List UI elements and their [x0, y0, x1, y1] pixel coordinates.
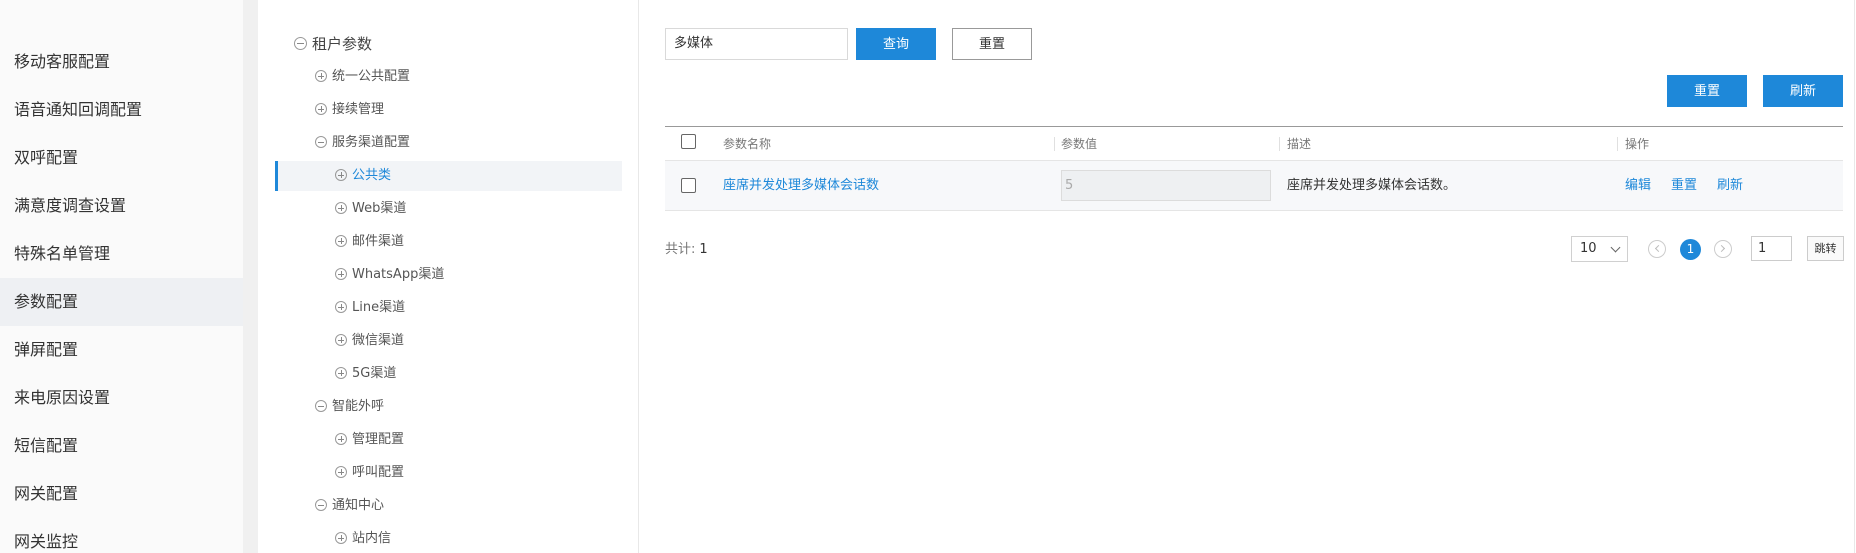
tree-node-inbox[interactable]: 站内信: [335, 524, 391, 553]
expand-icon[interactable]: [335, 432, 347, 445]
chevron-left-icon: [1654, 244, 1663, 253]
chevron-right-icon: [1717, 244, 1726, 253]
tree-node-wechat[interactable]: 微信渠道: [335, 326, 404, 356]
tree-node-manage-config[interactable]: 管理配置: [335, 425, 404, 455]
expand-icon[interactable]: [315, 69, 327, 82]
column-header-value: 参数值: [1061, 137, 1098, 151]
edit-link[interactable]: 编辑: [1625, 161, 1651, 211]
table-header: 参数名称 参数值 描述 操作: [665, 127, 1843, 161]
expand-icon[interactable]: [315, 102, 327, 115]
expand-icon[interactable]: [335, 531, 347, 544]
sidebar-item-call-reason[interactable]: 来电原因设置: [0, 374, 243, 422]
page-jump-input[interactable]: 1: [1751, 236, 1792, 261]
tree-selected-highlight: [275, 161, 622, 191]
tree-node-notify-center[interactable]: 通知中心: [315, 491, 384, 521]
table-row: 座席并发处理多媒体会话数 5 座席并发处理多媒体会话数。 编辑 重置 刷新: [665, 161, 1843, 211]
tree-node-web[interactable]: Web渠道: [335, 194, 406, 224]
column-divider: [1617, 137, 1618, 151]
page-number-current[interactable]: 1: [1680, 239, 1701, 260]
tree-node-smart-outbound[interactable]: 智能外呼: [315, 392, 384, 422]
next-page-button[interactable]: [1714, 240, 1732, 258]
sidebar-item-popup[interactable]: 弹屏配置: [0, 326, 243, 374]
param-name-link[interactable]: 座席并发处理多媒体会话数: [723, 161, 879, 211]
tree-node-whatsapp[interactable]: WhatsApp渠道: [335, 260, 444, 290]
row-reset-link[interactable]: 重置: [1671, 161, 1697, 211]
expand-icon[interactable]: [335, 465, 347, 478]
sidebar-item-dual-call[interactable]: 双呼配置: [0, 134, 243, 182]
sidebar-item-voice-callback[interactable]: 语音通知回调配置: [0, 86, 243, 134]
panel-divider: [638, 0, 639, 553]
tree-node-public[interactable]: 公共类: [335, 161, 391, 191]
row-checkbox[interactable]: [681, 178, 696, 193]
column-divider: [1054, 137, 1055, 151]
column-divider: [1279, 137, 1280, 151]
tree-node-unified[interactable]: 统一公共配置: [315, 62, 410, 92]
sidebar-item-parameter-config[interactable]: 参数配置: [0, 278, 243, 326]
column-header-name: 参数名称: [723, 137, 772, 151]
tree-node-mail[interactable]: 邮件渠道: [335, 227, 404, 257]
left-sidebar: 移动客服配置 语音通知回调配置 双呼配置 满意度调查设置 特殊名单管理 参数配置…: [0, 0, 243, 553]
search-reset-button[interactable]: 重置: [952, 28, 1032, 60]
tree-node-service-channel[interactable]: 服务渠道配置: [315, 128, 410, 158]
sidebar-item-gateway-monitor[interactable]: 网关监控: [0, 518, 243, 553]
prev-page-button[interactable]: [1648, 240, 1666, 258]
sidebar-item-mobile-cs[interactable]: 移动客服配置: [0, 38, 243, 86]
page-size-select[interactable]: 10: [1571, 236, 1628, 262]
select-all-checkbox[interactable]: [681, 134, 696, 149]
total-label: 共计:: [665, 242, 696, 257]
panel-gutter: [243, 0, 258, 553]
tree-node-line[interactable]: Line渠道: [335, 293, 405, 323]
sidebar-item-satisfaction[interactable]: 满意度调查设置: [0, 182, 243, 230]
expand-icon[interactable]: [335, 168, 347, 181]
expand-icon[interactable]: [335, 300, 347, 313]
total-count: 共计: 1: [665, 238, 708, 257]
collapse-icon[interactable]: [315, 498, 327, 511]
sidebar-item-special-list[interactable]: 特殊名单管理: [0, 230, 243, 278]
tree-node-continuation[interactable]: 接续管理: [315, 95, 384, 125]
sidebar-item-sms[interactable]: 短信配置: [0, 422, 243, 470]
sidebar-item-gateway[interactable]: 网关配置: [0, 470, 243, 518]
param-value-field: 5: [1061, 170, 1271, 201]
column-header-desc: 描述: [1287, 137, 1312, 151]
right-edge-line: [1854, 0, 1855, 553]
param-description: 座席并发处理多媒体会话数。: [1287, 178, 1457, 193]
reset-button[interactable]: 重置: [1667, 75, 1747, 107]
refresh-button[interactable]: 刷新: [1763, 75, 1843, 107]
row-refresh-link[interactable]: 刷新: [1717, 161, 1743, 211]
expand-icon[interactable]: [335, 234, 347, 247]
collapse-icon[interactable]: [315, 399, 327, 412]
query-button[interactable]: 查询: [856, 28, 936, 60]
expand-icon[interactable]: [335, 201, 347, 214]
expand-icon[interactable]: [335, 333, 347, 346]
column-header-ops: 操作: [1625, 137, 1650, 151]
chevron-down-icon: [1610, 242, 1621, 253]
tree-node-call-config[interactable]: 呼叫配置: [335, 458, 404, 488]
search-input[interactable]: 多媒体: [665, 28, 848, 60]
tree-node-tenant-params[interactable]: 租户参数: [294, 29, 372, 59]
expand-icon[interactable]: [335, 366, 347, 379]
total-value: 1: [699, 242, 708, 257]
collapse-icon[interactable]: [315, 135, 327, 148]
page-jump-button[interactable]: 跳转: [1807, 236, 1844, 261]
tree-node-5g[interactable]: 5G渠道: [335, 359, 396, 389]
page-size-value: 10: [1580, 241, 1597, 256]
expand-icon[interactable]: [335, 267, 347, 280]
collapse-icon[interactable]: [294, 37, 307, 50]
